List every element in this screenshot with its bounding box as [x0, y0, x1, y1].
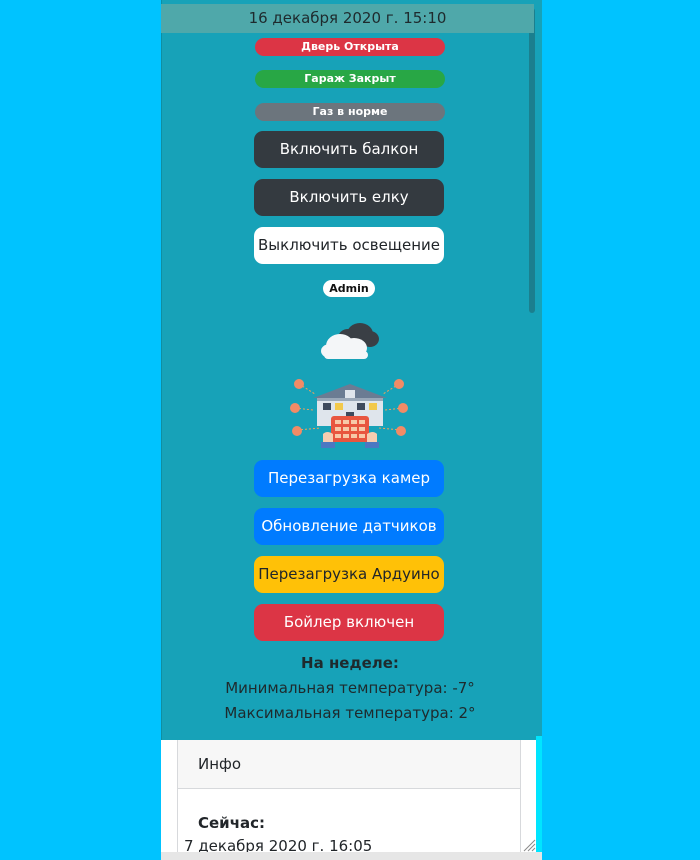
reboot-arduino-button[interactable]: Перезагрузка Ардуино [254, 556, 444, 593]
balcony-toggle-button[interactable]: Включить балкон [254, 131, 444, 168]
now-label: Сейчас: [198, 814, 266, 832]
update-sensors-button[interactable]: Обновление датчиков [254, 508, 444, 545]
lights-toggle-button[interactable]: Выключить освещение [254, 227, 444, 264]
gas-status-badge: Газ в норме [255, 103, 445, 121]
resize-handle-icon[interactable] [522, 838, 536, 852]
admin-badge: Admin [323, 280, 375, 297]
boiler-toggle-button[interactable]: Бойлер включен [254, 604, 444, 641]
current-datetime: 16 декабря 2020 г. 15:10 [161, 4, 534, 33]
tree-toggle-button[interactable]: Включить елку [254, 179, 444, 216]
week-min-temperature: Минимальная температура: -7° [225, 679, 475, 697]
garage-status-badge: Гараж Закрыт [255, 70, 445, 88]
door-status-badge: Дверь Открыта [255, 38, 445, 56]
bottom-edge [161, 852, 542, 860]
week-forecast-title: На неделе: [301, 654, 399, 672]
reboot-cameras-button[interactable]: Перезагрузка камер [254, 460, 444, 497]
panel-edge [161, 0, 162, 740]
info-card-header: Инфо [178, 740, 520, 789]
scrollbar[interactable] [529, 8, 535, 313]
week-max-temperature: Максимальная температура: 2° [224, 704, 476, 722]
frame-edge [536, 736, 542, 860]
smart-home-illustration [290, 379, 408, 448]
cloud-icon [321, 323, 379, 359]
info-card: Инфо Сейчас: 7 декабря 2020 г. 16:05 [177, 740, 521, 860]
